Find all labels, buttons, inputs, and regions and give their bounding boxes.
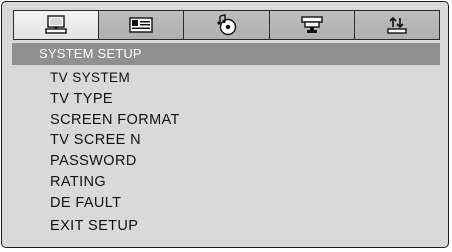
tab-preference-setup[interactable] xyxy=(354,11,440,39)
tab-video-setup[interactable] xyxy=(269,11,355,39)
menu-item-password[interactable]: PASSWORD xyxy=(50,151,180,172)
setup-menu-list: TV SYSTEM TV TYPE SCREEN FORMAT TV SCREE… xyxy=(50,68,180,236)
menu-item-tv-system[interactable]: TV SYSTEM xyxy=(50,68,180,89)
setup-menu-panel: SYSTEM SETUP TV SYSTEM TV TYPE SCREEN FO… xyxy=(1,1,449,248)
tab-dolby-digital-setup[interactable] xyxy=(184,11,270,39)
tab-general-setup[interactable] xyxy=(14,11,100,39)
video-setup-icon xyxy=(301,16,323,33)
general-setup-icon xyxy=(45,15,67,34)
menu-item-tv-type[interactable]: TV TYPE xyxy=(50,89,180,110)
section-header: SYSTEM SETUP xyxy=(12,43,440,65)
menu-item-screen-format[interactable]: SCREEN FORMAT xyxy=(50,110,180,131)
preference-setup-icon xyxy=(387,16,407,34)
menu-item-default[interactable]: DE FAULT xyxy=(50,193,180,214)
menu-item-tv-screen[interactable]: TV SCREE N xyxy=(50,130,180,151)
dolby-digital-setup-icon xyxy=(216,14,236,36)
section-title: SYSTEM SETUP xyxy=(39,46,142,61)
setup-tab-bar xyxy=(13,10,440,40)
menu-item-exit-setup[interactable]: EXIT SETUP xyxy=(50,216,180,237)
tab-audio-setup[interactable] xyxy=(99,11,185,39)
audio-setup-icon xyxy=(129,17,153,33)
menu-item-rating[interactable]: RATING xyxy=(50,172,180,193)
